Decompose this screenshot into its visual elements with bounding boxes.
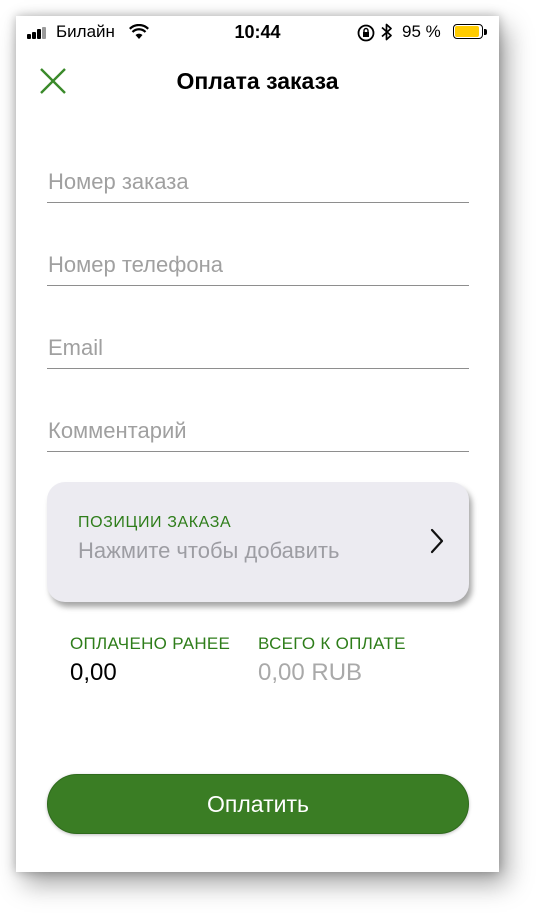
order-items-card[interactable]: ПОЗИЦИИ ЗАКАЗА Нажмите чтобы добавить bbox=[47, 482, 469, 602]
order-items-title: ПОЗИЦИИ ЗАКАЗА bbox=[78, 514, 232, 531]
paid-earlier-value: 0,00 bbox=[70, 659, 117, 686]
orientation-lock-icon bbox=[357, 24, 375, 47]
phone-screen: Билайн 10:44 95 % Оплата заказа Номер за… bbox=[16, 16, 499, 872]
email-field-container bbox=[47, 329, 469, 369]
status-bar: Билайн 10:44 95 % bbox=[16, 16, 499, 50]
battery-icon bbox=[453, 24, 483, 39]
bluetooth-icon bbox=[381, 22, 393, 47]
email-input[interactable] bbox=[47, 329, 469, 367]
order-number-field-container bbox=[47, 163, 469, 203]
comment-input[interactable] bbox=[47, 412, 469, 450]
order-number-input[interactable] bbox=[47, 163, 469, 201]
total-to-pay-label: ВСЕГО К ОПЛАТЕ bbox=[258, 634, 406, 653]
paid-earlier-label: ОПЛАЧЕНО РАНЕЕ bbox=[70, 634, 231, 653]
phone-field-container bbox=[47, 246, 469, 286]
pay-button[interactable]: Оплатить bbox=[47, 774, 469, 834]
chevron-right-icon bbox=[430, 528, 444, 559]
battery-tip bbox=[484, 29, 487, 35]
battery-percent: 95 % bbox=[402, 22, 441, 41]
order-items-hint: Нажмите чтобы добавить bbox=[78, 538, 340, 563]
total-to-pay-value: 0,00 RUB bbox=[258, 659, 363, 686]
comment-field-container bbox=[47, 412, 469, 452]
page-title: Оплата заказа bbox=[176, 68, 339, 94]
phone-input[interactable] bbox=[47, 246, 469, 284]
